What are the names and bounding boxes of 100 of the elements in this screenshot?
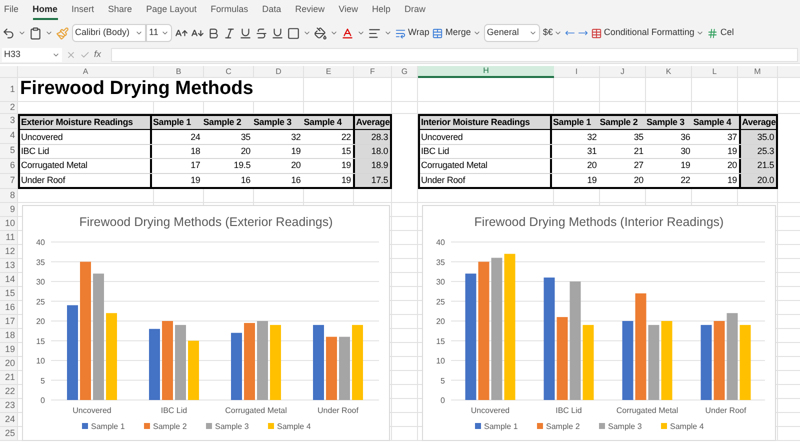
menu-tab[interactable]: Help xyxy=(372,2,391,20)
caret-icon[interactable] xyxy=(45,29,53,37)
grid-cell[interactable] xyxy=(392,427,418,441)
row-header[interactable]: 25 xyxy=(0,427,18,441)
grid-cell[interactable] xyxy=(304,189,354,203)
grid-cell[interactable] xyxy=(354,189,392,203)
grid-cell[interactable] xyxy=(392,315,418,329)
bar-chart[interactable]: Firewood Drying Methods (Interior Readings) 0 5 10 15 20 25 30 35 40 Uncovered IBC Lid Corrugated Metal Under Roof Sample 1 Sample 2 Sample 3 Sample 4 xyxy=(422,205,776,441)
align-icon[interactable] xyxy=(368,26,381,40)
grid-cell[interactable] xyxy=(392,413,418,427)
column-header[interactable]: F xyxy=(354,66,392,78)
grid-cell[interactable] xyxy=(392,385,418,399)
row-header[interactable]: 11 xyxy=(0,231,18,245)
grid-cell[interactable] xyxy=(554,102,600,114)
grid-cell[interactable] xyxy=(738,189,778,203)
grid-cell[interactable] xyxy=(418,102,554,114)
caret-icon[interactable] xyxy=(696,29,704,37)
merge-button[interactable]: Merge xyxy=(432,26,481,40)
strikethrough-icon[interactable] xyxy=(255,26,268,40)
column-header[interactable]: L xyxy=(692,66,738,78)
row-header[interactable]: 19 xyxy=(0,343,18,357)
grid-cell[interactable] xyxy=(392,203,418,217)
row-header[interactable]: 12 xyxy=(0,245,18,259)
grid-cell[interactable] xyxy=(392,329,418,343)
grid-cell[interactable] xyxy=(392,259,418,273)
column-header[interactable]: C xyxy=(204,66,254,78)
clipboard-icon[interactable] xyxy=(29,26,42,40)
menu-tab[interactable]: Insert xyxy=(72,2,94,20)
cancel-icon[interactable] xyxy=(66,50,76,60)
grid-cell[interactable] xyxy=(600,102,646,114)
menu-tab[interactable]: Page Layout xyxy=(146,2,197,20)
name-box[interactable]: H33 xyxy=(2,48,62,62)
caret-icon[interactable] xyxy=(135,29,143,37)
caret-icon[interactable] xyxy=(303,29,311,37)
currency-button[interactable]: $€ xyxy=(542,26,562,40)
caret-icon[interactable] xyxy=(161,29,169,37)
grid-cell[interactable] xyxy=(738,78,778,102)
cell-styles-button[interactable]: Cel xyxy=(707,26,734,40)
grid-cell[interactable] xyxy=(392,102,418,114)
grid-cell[interactable] xyxy=(354,102,392,114)
merge-icon[interactable] xyxy=(432,28,444,38)
font-color-icon[interactable] xyxy=(341,26,354,40)
row-header[interactable]: 20 xyxy=(0,357,18,371)
caret-icon[interactable] xyxy=(18,29,26,37)
grid-cell[interactable] xyxy=(354,78,392,102)
grid-cell[interactable] xyxy=(692,78,738,102)
grid-cell[interactable] xyxy=(304,102,354,114)
row-header[interactable]: 18 xyxy=(0,329,18,343)
row-header[interactable]: 17 xyxy=(0,315,18,329)
wrap-icon[interactable] xyxy=(395,28,406,38)
column-header[interactable]: M xyxy=(738,66,778,78)
grid-cell[interactable] xyxy=(692,189,738,203)
grid-cell[interactable] xyxy=(392,78,418,102)
table-icon[interactable] xyxy=(590,28,602,38)
grid-cell[interactable] xyxy=(646,102,692,114)
double-underline-icon[interactable] xyxy=(271,26,284,40)
row-header[interactable]: 22 xyxy=(0,385,18,399)
grid-cell[interactable] xyxy=(392,357,418,371)
bar-chart[interactable]: Firewood Drying Methods (Exterior Readings) 0 5 10 15 20 25 30 35 40 Uncovered IBC Lid Corrugated Metal Under Roof Sample 1 Sample 2 Sample 3 Sample 4 xyxy=(22,205,390,441)
caret-icon[interactable] xyxy=(357,29,365,37)
function-label[interactable]: fx xyxy=(94,48,102,62)
grid-cell[interactable] xyxy=(154,189,204,203)
font-size-dropdown[interactable]: 11 xyxy=(146,24,172,42)
borders-icon[interactable] xyxy=(287,26,300,40)
menu-tab[interactable]: Formulas xyxy=(210,2,248,20)
row-header[interactable]: 9 xyxy=(0,203,18,217)
grid-cell[interactable] xyxy=(646,189,692,203)
grid-cell[interactable] xyxy=(646,78,692,102)
column-header[interactable]: K xyxy=(646,66,692,78)
menu-tab[interactable]: Review xyxy=(295,2,325,20)
row-header[interactable]: 2 xyxy=(0,102,18,114)
column-header[interactable]: G xyxy=(392,66,418,78)
grid-cell[interactable] xyxy=(204,189,254,203)
grid-cell[interactable] xyxy=(18,189,154,203)
grid-cell[interactable] xyxy=(392,301,418,315)
row-header[interactable]: 1 xyxy=(0,78,18,102)
grid-cell[interactable] xyxy=(554,189,600,203)
row-header[interactable]: 16 xyxy=(0,301,18,315)
grid-cell[interactable] xyxy=(392,343,418,357)
row-header[interactable]: 3 xyxy=(0,114,18,129)
grid-cell[interactable] xyxy=(392,231,418,245)
row-header[interactable]: 14 xyxy=(0,273,18,287)
confirm-icon[interactable] xyxy=(80,50,90,60)
increase-decimal-icon[interactable] xyxy=(578,28,588,38)
row-header[interactable]: 23 xyxy=(0,399,18,413)
grid-cell[interactable] xyxy=(392,217,418,231)
grid-cell[interactable] xyxy=(392,273,418,287)
grid-cell[interactable] xyxy=(18,102,154,114)
hash-icon[interactable] xyxy=(707,28,718,38)
column-header[interactable]: J xyxy=(600,66,646,78)
grid-cell[interactable] xyxy=(304,78,354,102)
row-header[interactable]: 7 xyxy=(0,174,18,189)
grid-cell[interactable] xyxy=(254,189,304,203)
grid-cell[interactable] xyxy=(392,371,418,385)
menu-tab[interactable]: File xyxy=(4,2,19,20)
grid-cell[interactable] xyxy=(204,102,254,114)
column-header[interactable]: I xyxy=(554,66,600,78)
row-header[interactable]: 21 xyxy=(0,371,18,385)
fill-color-icon[interactable] xyxy=(314,26,327,40)
column-header[interactable]: B xyxy=(154,66,204,78)
